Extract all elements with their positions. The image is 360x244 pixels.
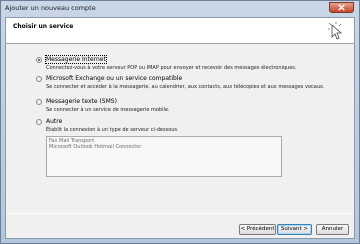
other-description: Établit la connexion à un type de serveu… xyxy=(46,127,179,133)
list-item[interactable]: Microsoft Outlook Hotmail Connector xyxy=(47,144,281,150)
cursor-icon xyxy=(328,22,343,40)
other-label[interactable]: Autre xyxy=(46,118,62,125)
add-account-dialog: Ajouter un nouveau compte Choisir un ser… xyxy=(0,0,360,244)
exchange-radio[interactable] xyxy=(36,76,42,82)
close-button[interactable] xyxy=(329,2,354,13)
back-button[interactable]: < Précédent xyxy=(239,224,276,235)
footer-divider xyxy=(6,213,354,214)
internet-email-label[interactable]: Messagerie Internet xyxy=(45,55,107,64)
page-title: Choisir un service xyxy=(13,23,74,30)
sms-description: Se connecter à un service de messagerie … xyxy=(46,107,170,113)
dialog-content: Choisir un service Messagerie Internet C… xyxy=(5,17,355,239)
internet-email-radio[interactable] xyxy=(36,57,42,63)
window-title: Ajouter un nouveau compte xyxy=(5,4,96,12)
wizard-header: Choisir un service xyxy=(6,18,354,44)
sms-radio[interactable] xyxy=(36,99,42,105)
close-icon xyxy=(338,4,345,11)
exchange-description: Se connecter et accéder à la messagerie,… xyxy=(46,84,325,90)
internet-email-description: Connectez-vous à votre serveur POP ou IM… xyxy=(46,65,297,71)
next-button[interactable]: Suivant > xyxy=(277,224,312,235)
sms-label[interactable]: Messagerie texte (SMS) xyxy=(46,98,117,105)
other-radio[interactable] xyxy=(36,119,42,125)
other-services-list[interactable]: Fax Mail Transport Microsoft Outlook Hot… xyxy=(46,136,282,177)
title-bar[interactable]: Ajouter un nouveau compte xyxy=(1,1,359,17)
exchange-label[interactable]: Microsoft Exchange ou un service compati… xyxy=(46,75,182,82)
cancel-button[interactable]: Annuler xyxy=(316,224,349,235)
